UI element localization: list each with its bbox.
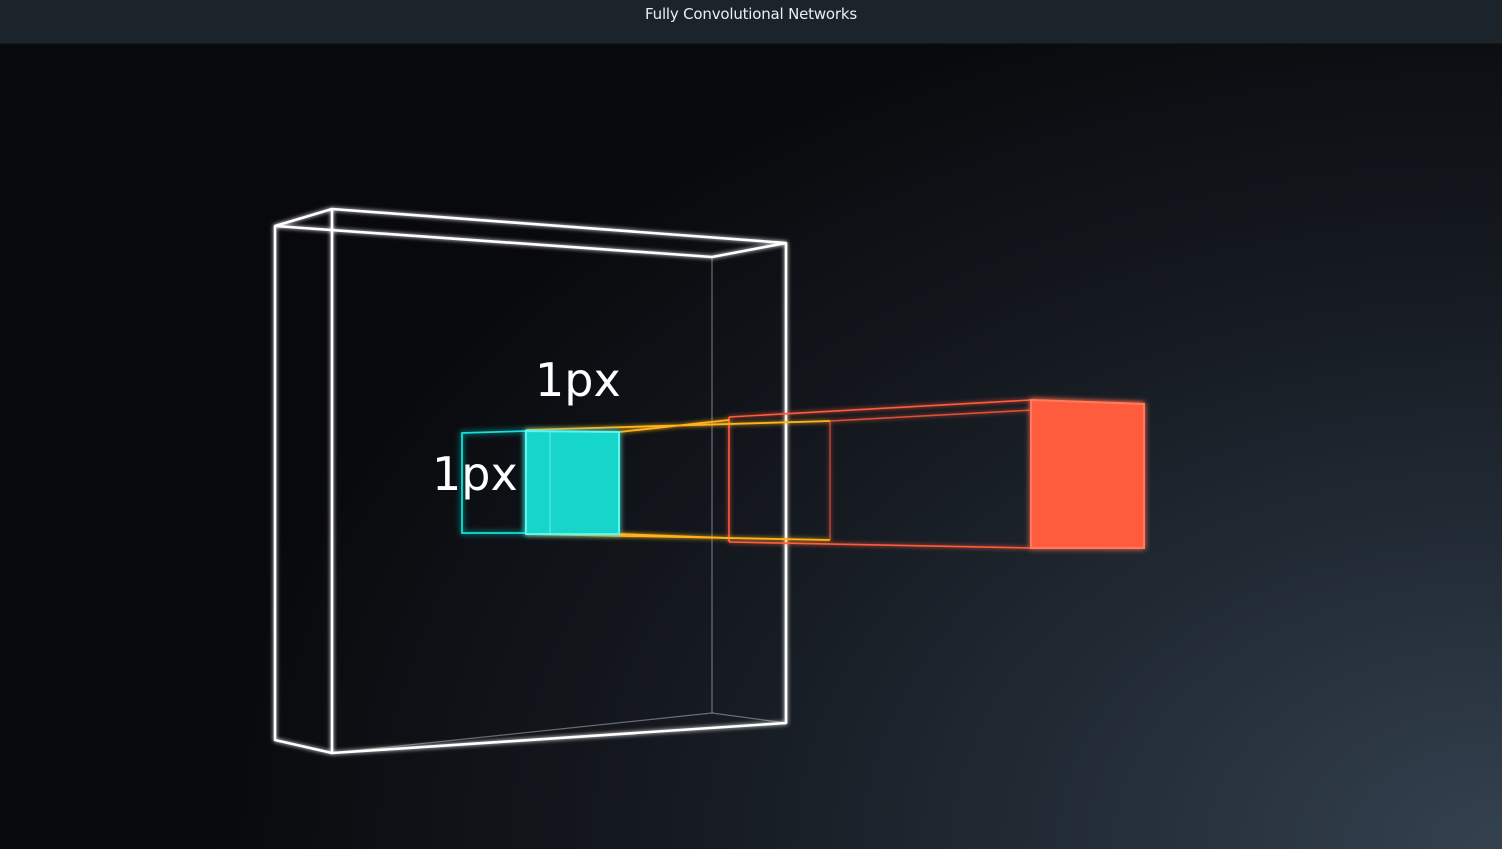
video-frame: 1px 1px: [0, 44, 1502, 849]
title-bar: Fully Convolutional Networks: [0, 0, 1502, 44]
output-pixel: [1030, 398, 1145, 549]
convolution-diagram: 1px 1px: [273, 207, 1145, 755]
window-title: Fully Convolutional Networks: [645, 5, 857, 23]
height-label: 1px: [432, 447, 518, 501]
width-label: 1px: [535, 353, 621, 407]
